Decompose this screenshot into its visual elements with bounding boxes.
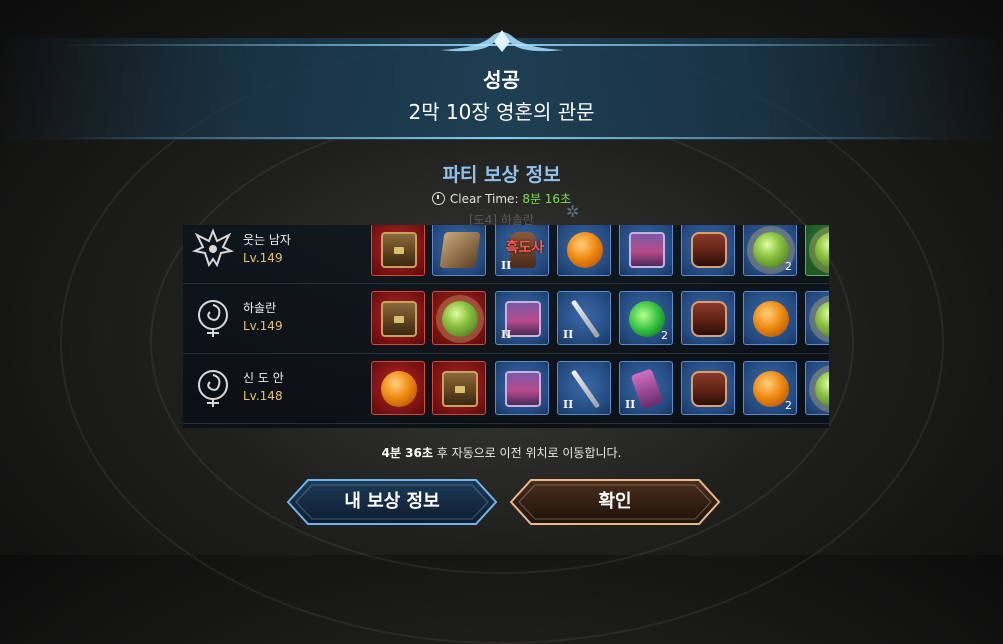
member-row: 하솔란 Lv.149 II II 2 bbox=[183, 283, 829, 354]
member-reward-list[interactable]: 웃는 남자 Lv.149 II 흑도사 2 하솔란 Lv.149 II II 2 신 도 안 Lv.1… bbox=[183, 225, 829, 428]
bracer-icon bbox=[630, 368, 664, 410]
item-grade: II bbox=[501, 259, 512, 272]
gorb-icon bbox=[442, 301, 478, 337]
item-grade: II bbox=[563, 398, 574, 411]
item-overlay-text: 흑도사 bbox=[505, 240, 545, 256]
item-count: 2 bbox=[661, 329, 668, 342]
reward-item-gorb[interactable]: 2 bbox=[743, 225, 797, 276]
chest-icon bbox=[442, 371, 478, 407]
clear-time-label: Clear Time: bbox=[449, 192, 519, 206]
member-name: 신 도 안 bbox=[243, 371, 284, 385]
reward-item-sword[interactable]: II bbox=[557, 361, 611, 415]
reward-item-chest[interactable] bbox=[371, 291, 425, 345]
reward-item-boots[interactable]: II 흑도사 bbox=[495, 225, 549, 276]
gorb-icon bbox=[815, 301, 829, 337]
reward-item-bchest[interactable] bbox=[681, 225, 735, 276]
reward-item-gorb[interactable] bbox=[432, 291, 486, 345]
orange-icon bbox=[753, 371, 789, 407]
amulet-icon bbox=[629, 301, 665, 337]
sparkle-icon: ✲ bbox=[566, 202, 580, 221]
book-icon bbox=[439, 232, 481, 268]
reward-item-bracer[interactable]: II bbox=[619, 361, 673, 415]
winged-crest-icon bbox=[191, 227, 235, 271]
member-name: 하솔란 bbox=[243, 301, 277, 315]
pchest-icon bbox=[629, 232, 665, 268]
member-row: 신 도 안 Lv.148 II II 2 bbox=[183, 353, 829, 424]
member-name: 웃는 남자 bbox=[243, 233, 291, 247]
gorb-icon bbox=[815, 232, 829, 268]
bchest-icon bbox=[691, 301, 727, 337]
auto-move-text: 후 자동으로 이전 위치로 이동합니다. bbox=[432, 446, 622, 460]
stage-name: 2막 10장 영혼의 관문 bbox=[408, 100, 595, 124]
reward-item-gorb[interactable] bbox=[805, 291, 829, 345]
item-grade: II bbox=[563, 328, 574, 341]
my-reward-button[interactable]: 내 보상 정보 bbox=[286, 477, 498, 527]
reward-item-pchest[interactable] bbox=[495, 361, 549, 415]
member-level: Lv.148 bbox=[243, 389, 283, 403]
clear-time-value: 8분 16초 bbox=[522, 192, 572, 206]
auto-move-time: 4분 36초 bbox=[381, 446, 433, 460]
reward-item-orange[interactable] bbox=[557, 225, 611, 276]
clear-time-row: Clear Time: 8분 16초 bbox=[0, 190, 1003, 207]
orange-icon bbox=[753, 301, 789, 337]
spiral-crest-icon bbox=[191, 365, 235, 409]
bchest-icon bbox=[691, 371, 727, 407]
chest-icon bbox=[381, 232, 417, 268]
auto-move-notice: 4분 36초 후 자동으로 이전 위치로 이동합니다. bbox=[0, 444, 1003, 461]
reward-item-gorb[interactable] bbox=[805, 225, 829, 276]
confirm-button[interactable]: 확인 bbox=[509, 477, 721, 527]
reward-item-gorb[interactable] bbox=[805, 361, 829, 415]
item-grade: II bbox=[625, 398, 636, 411]
title-banner-bottom-line bbox=[60, 137, 943, 139]
reward-item-book[interactable] bbox=[432, 225, 486, 276]
reward-item-pchest[interactable]: II bbox=[495, 291, 549, 345]
item-count: 2 bbox=[785, 399, 792, 412]
gorb-icon bbox=[753, 232, 789, 268]
confirm-button-label: 확인 bbox=[598, 491, 632, 512]
spiral-crest-icon bbox=[191, 295, 235, 339]
chest-icon bbox=[381, 301, 417, 337]
reward-item-orange[interactable] bbox=[371, 361, 425, 415]
reward-item-orange[interactable]: 2 bbox=[743, 361, 797, 415]
reward-item-bchest[interactable] bbox=[681, 291, 735, 345]
item-count: 2 bbox=[785, 260, 792, 273]
member-level: Lv.149 bbox=[243, 319, 283, 333]
item-grade: II bbox=[501, 328, 512, 341]
reward-item-sword[interactable]: II bbox=[557, 291, 611, 345]
pchest-icon bbox=[505, 371, 541, 407]
my-reward-button-label: 내 보상 정보 bbox=[344, 491, 440, 512]
orange-icon bbox=[381, 371, 417, 407]
banner-crest-icon bbox=[440, 30, 564, 52]
party-reward-title: 파티 보상 정보 bbox=[442, 164, 561, 186]
member-level: Lv.149 bbox=[243, 251, 283, 265]
bchest-icon bbox=[691, 232, 727, 268]
reward-item-amulet[interactable]: 2 bbox=[619, 291, 673, 345]
orange-icon bbox=[567, 232, 603, 268]
clock-icon bbox=[431, 192, 445, 205]
reward-item-chest[interactable] bbox=[432, 361, 486, 415]
reward-item-chest[interactable] bbox=[371, 225, 425, 276]
member-row: 웃는 남자 Lv.149 II 흑도사 2 bbox=[183, 225, 829, 284]
gorb-icon bbox=[815, 371, 829, 407]
reward-item-bchest[interactable] bbox=[681, 361, 735, 415]
result-status: 성공 bbox=[483, 68, 520, 92]
reward-item-orange[interactable] bbox=[743, 291, 797, 345]
reward-item-pchest[interactable] bbox=[619, 225, 673, 276]
